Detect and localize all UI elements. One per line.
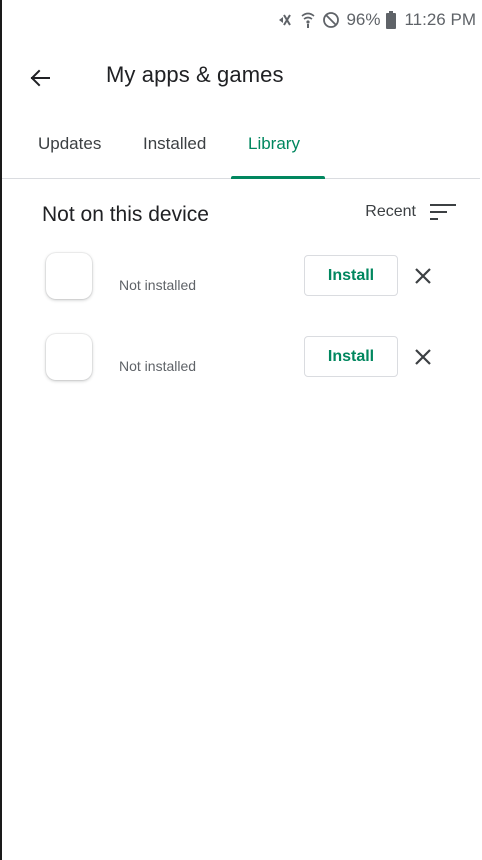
screen: 96% 11:26 PM My apps & games Updates Ins… bbox=[0, 0, 480, 860]
status-bar: 96% 11:26 PM bbox=[2, 0, 480, 40]
section-header: Not on this device Recent bbox=[2, 179, 480, 251]
battery-percent: 96% bbox=[346, 10, 381, 29]
battery-icon bbox=[386, 11, 397, 29]
tab-updates[interactable]: Updates bbox=[38, 134, 101, 154]
close-icon bbox=[415, 268, 431, 284]
app-icon[interactable] bbox=[46, 253, 92, 299]
wifi-icon bbox=[300, 11, 316, 29]
app-icon[interactable] bbox=[46, 334, 92, 380]
list-item: Not installed Install bbox=[2, 334, 480, 415]
remove-button[interactable] bbox=[412, 265, 434, 287]
do-not-disturb-icon bbox=[322, 11, 340, 29]
sort-icon bbox=[430, 204, 456, 220]
app-status: Not installed bbox=[119, 277, 197, 293]
back-button[interactable] bbox=[26, 64, 54, 92]
page-title: My apps & games bbox=[106, 62, 284, 87]
sort-button[interactable]: Recent bbox=[365, 203, 456, 221]
sort-label: Recent bbox=[365, 203, 416, 220]
tab-bar: Updates Installed Library bbox=[2, 116, 480, 179]
tab-installed[interactable]: Installed bbox=[143, 134, 206, 154]
close-icon bbox=[415, 349, 431, 365]
tab-library[interactable]: Library bbox=[248, 134, 300, 154]
app-status: Not installed bbox=[119, 358, 197, 374]
mute-vibrate-icon bbox=[276, 11, 294, 29]
section-title: Not on this device bbox=[42, 203, 209, 226]
list-item: Not installed Install bbox=[2, 253, 480, 334]
status-time: 11:26 PM bbox=[404, 10, 476, 29]
app-list: Not installed Install Not installed Inst… bbox=[2, 251, 480, 415]
install-button[interactable]: Install bbox=[304, 255, 398, 296]
arrow-back-icon bbox=[30, 69, 50, 87]
app-bar: My apps & games bbox=[2, 40, 480, 116]
remove-button[interactable] bbox=[412, 346, 434, 368]
install-button[interactable]: Install bbox=[304, 336, 398, 377]
